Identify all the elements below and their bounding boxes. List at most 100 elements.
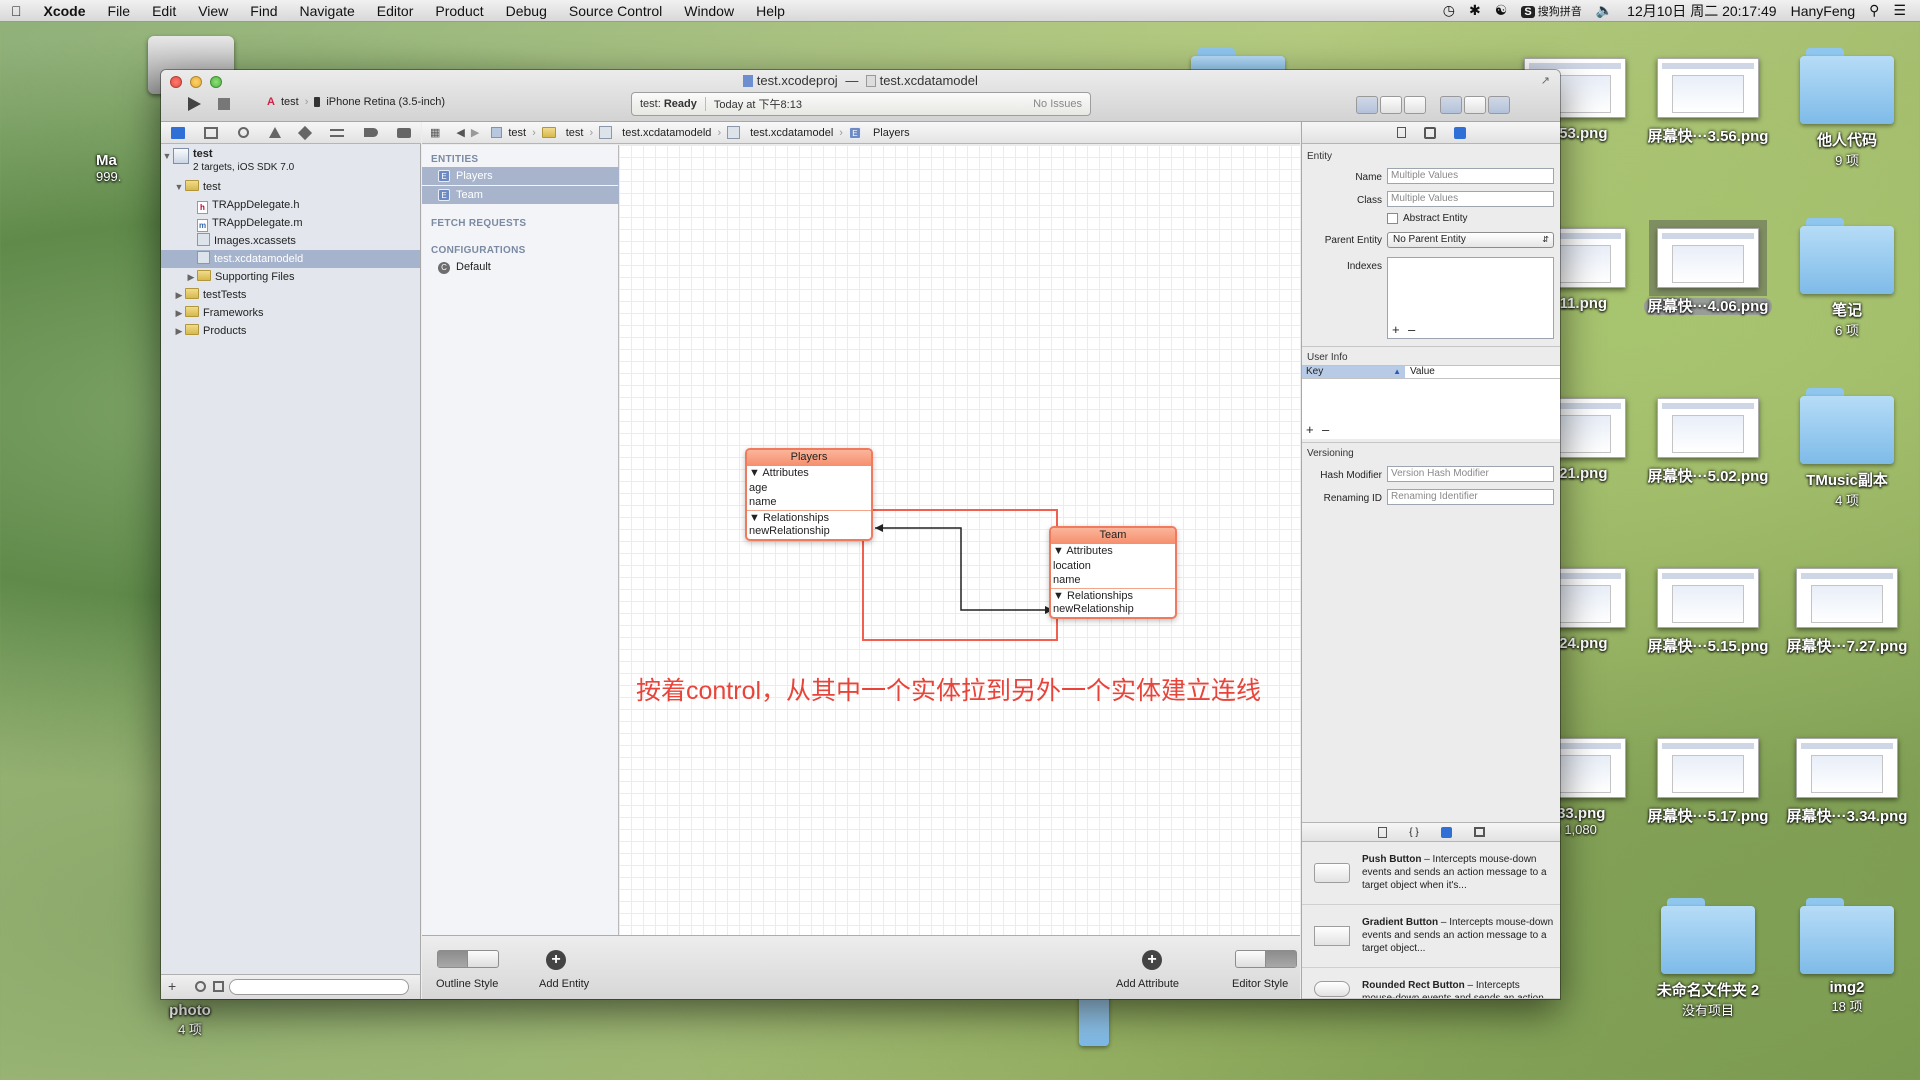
breadcrumb-item[interactable]: test.xcdatamodeld (622, 127, 711, 139)
library-item[interactable]: Push Button – Intercepts mouse-down even… (1302, 843, 1560, 905)
search-icon[interactable] (238, 127, 250, 138)
remove-icon[interactable]: – (1322, 422, 1329, 437)
entity-players[interactable]: Players ▼ Attributes age name ▼ Relation… (745, 448, 873, 541)
library-item[interactable]: Gradient Button – Intercepts mouse-down … (1302, 906, 1560, 968)
object-library-icon[interactable] (1440, 826, 1452, 838)
hash-modifier-field[interactable]: Version Hash Modifier (1387, 466, 1554, 482)
desktop-folder-3[interactable]: TMusic副本 4 项 (1772, 388, 1920, 509)
data-model-inspector-icon[interactable] (1454, 126, 1466, 139)
desktop-folder-5[interactable]: img2 18 项 (1772, 898, 1920, 1015)
name-field[interactable]: Multiple Values (1387, 168, 1554, 184)
outline-style-control[interactable] (437, 950, 499, 968)
configurations-header[interactable]: CONFIGURATIONS (431, 245, 526, 256)
desktop-folder-1[interactable]: 他人代码 9 项 (1772, 48, 1920, 169)
version-editor-button[interactable] (1404, 96, 1426, 114)
entity-row-team[interactable]: E Team (422, 186, 619, 204)
attribute-row[interactable]: name (1051, 573, 1175, 588)
parent-entity-popup[interactable]: No Parent Entity ⇵ (1387, 232, 1554, 248)
wifi-icon[interactable]: ☯ (1495, 2, 1508, 19)
navigator-toggle-button[interactable] (1440, 96, 1462, 114)
attributes-header[interactable]: ▼ Attributes (747, 466, 871, 481)
bluetooth-icon[interactable]: ✱ (1469, 2, 1481, 19)
relationship-row[interactable]: newRelationship (1051, 602, 1175, 617)
log-icon[interactable] (397, 127, 412, 138)
related-items-icon[interactable]: ▦ (430, 126, 440, 139)
menu-source-control[interactable]: Source Control (558, 0, 673, 22)
fullscreen-icon[interactable]: ↗ (1541, 74, 1550, 87)
desktop-png-7[interactable]: 屏幕快···4.06.png (1633, 220, 1783, 316)
filter-scm-icon[interactable] (213, 981, 224, 992)
warning-icon[interactable] (268, 127, 281, 138)
desktop-png-8[interactable]: 屏幕快···5.02.png (1633, 398, 1783, 486)
symbol-icon[interactable] (204, 126, 219, 139)
configuration-default[interactable]: C Default (438, 258, 491, 276)
notification-center-icon[interactable]: ☰ (1893, 2, 1906, 19)
assistant-editor-button[interactable] (1380, 96, 1402, 114)
file-inspector-icon[interactable] (1397, 127, 1406, 138)
debug-icon[interactable] (329, 128, 344, 137)
tree-item-project[interactable]: ▼ test 2 targets, iOS SDK 7.0 (161, 146, 420, 178)
add-attribute-button[interactable]: + (1142, 950, 1162, 970)
quick-help-icon[interactable] (1424, 126, 1436, 139)
tree-item-group[interactable]: ▶ testTests (161, 286, 420, 304)
stop-button[interactable] (213, 94, 235, 114)
tree-item-file[interactable]: Images.xcassets (161, 232, 420, 250)
tree-item-group[interactable]: ▶ Supporting Files (161, 268, 420, 286)
utilities-toggle-button[interactable] (1488, 96, 1510, 114)
user-name[interactable]: HanyFeng (1791, 3, 1856, 19)
entity-team[interactable]: Team ▼ Attributes location name ▼ Relati… (1049, 526, 1177, 619)
menu-find[interactable]: Find (239, 0, 288, 22)
entity-row-players[interactable]: E Players (422, 167, 619, 185)
scheme-selector[interactable]: A test › iPhone Retina (3.5-inch) (267, 96, 445, 108)
file-template-icon[interactable] (1378, 826, 1388, 838)
add-icon[interactable]: + (1392, 322, 1400, 337)
standard-editor-button[interactable] (1356, 96, 1378, 114)
add-icon[interactable]: + (168, 978, 176, 994)
relationships-header[interactable]: ▼ Relationships (1051, 587, 1175, 603)
relationship-row[interactable]: newRelationship (747, 524, 871, 539)
desktop-item-photo[interactable]: photo 4 项 (115, 1002, 265, 1038)
desktop-png-12[interactable]: 屏幕快···3.34.png (1772, 738, 1920, 826)
attribute-row[interactable]: name (747, 495, 871, 510)
tree-item-group[interactable]: ▶ Frameworks (161, 304, 420, 322)
test-icon[interactable] (298, 125, 313, 140)
breadcrumb-item[interactable]: test (566, 127, 584, 139)
breadcrumb-item[interactable]: Players (873, 127, 910, 139)
desktop-png-10[interactable]: 屏幕快···5.17.png (1633, 738, 1783, 826)
debug-area-toggle-button[interactable] (1464, 96, 1486, 114)
menu-debug[interactable]: Debug (495, 0, 558, 22)
desktop-png-11[interactable]: 屏幕快···7.27.png (1772, 568, 1920, 656)
menu-window[interactable]: Window (673, 0, 745, 22)
fetch-requests-header[interactable]: FETCH REQUESTS (431, 218, 526, 229)
filter-field[interactable] (229, 979, 409, 995)
desktop-png-9[interactable]: 屏幕快···5.15.png (1633, 568, 1783, 656)
desktop-png-6[interactable]: 屏幕快···3.56.png (1633, 58, 1783, 146)
menu-view[interactable]: View (187, 0, 239, 22)
attribute-row[interactable]: location (1051, 559, 1175, 574)
attributes-header[interactable]: ▼ Attributes (1051, 544, 1175, 559)
menu-help[interactable]: Help (745, 0, 796, 22)
time-machine-icon[interactable]: ◷ (1443, 2, 1455, 19)
clock[interactable]: 12月10日 周二 20:17:49 (1627, 1, 1776, 21)
tree-item-group[interactable]: ▶ Products (161, 322, 420, 340)
breadcrumb-item[interactable]: test.xcdatamodel (750, 127, 833, 139)
media-library-icon[interactable] (1473, 827, 1485, 837)
menu-app[interactable]: Xcode (33, 0, 97, 22)
breakpoint-icon[interactable] (363, 128, 378, 137)
spotlight-icon[interactable]: ⚲ (1869, 2, 1879, 19)
folder-icon[interactable] (170, 126, 185, 139)
menu-edit[interactable]: Edit (141, 0, 187, 22)
volume-icon[interactable]: 🔈 (1596, 2, 1613, 19)
key-column-header[interactable]: Key ▲ (1302, 366, 1405, 378)
class-field[interactable]: Multiple Values (1387, 191, 1554, 207)
tree-item-group-test[interactable]: ▼ test (161, 178, 420, 196)
code-snippet-icon[interactable]: { } (1409, 827, 1418, 838)
forward-icon[interactable]: ▶ (471, 126, 479, 139)
back-icon[interactable]: ◀ (456, 126, 464, 139)
user-info-table[interactable] (1302, 379, 1560, 439)
menu-product[interactable]: Product (424, 0, 494, 22)
remove-icon[interactable]: – (1408, 322, 1415, 337)
abstract-entity-checkbox[interactable]: Abstract Entity (1387, 213, 1467, 224)
tree-item-file-selected[interactable]: test.xcdatamodeld (161, 250, 420, 268)
tree-item-file[interactable]: m TRAppDelegate.m (161, 214, 420, 232)
